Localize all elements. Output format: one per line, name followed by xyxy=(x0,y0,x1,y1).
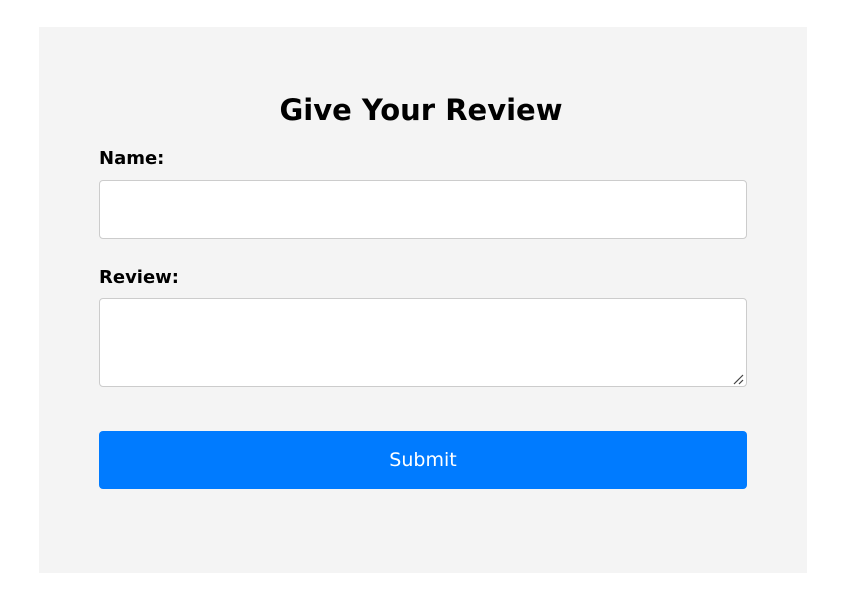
review-textarea[interactable] xyxy=(99,298,747,387)
resize-grip-icon[interactable] xyxy=(731,372,744,385)
name-label: Name: xyxy=(99,148,165,169)
name-input[interactable] xyxy=(99,180,747,239)
form-title: Give Your Review xyxy=(279,93,563,127)
submit-button[interactable]: Submit xyxy=(99,431,747,489)
review-label: Review: xyxy=(99,267,180,288)
